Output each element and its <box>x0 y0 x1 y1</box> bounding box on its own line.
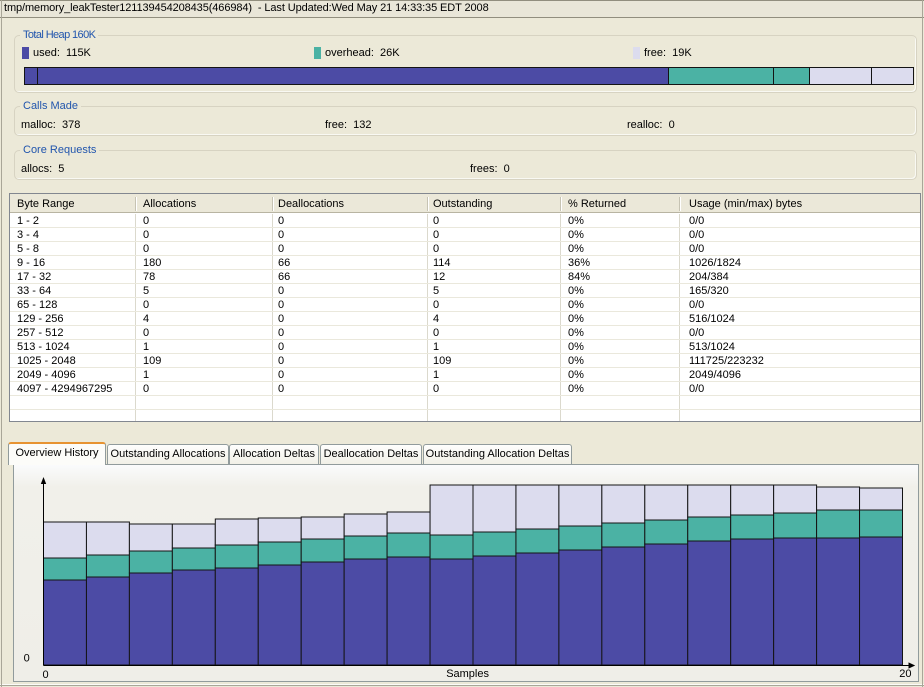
svg-text:0: 0 <box>24 653 30 665</box>
svg-text:0: 0 <box>43 669 49 681</box>
svg-text:20: 20 <box>899 668 911 680</box>
svg-text:Samples: Samples <box>446 668 489 680</box>
